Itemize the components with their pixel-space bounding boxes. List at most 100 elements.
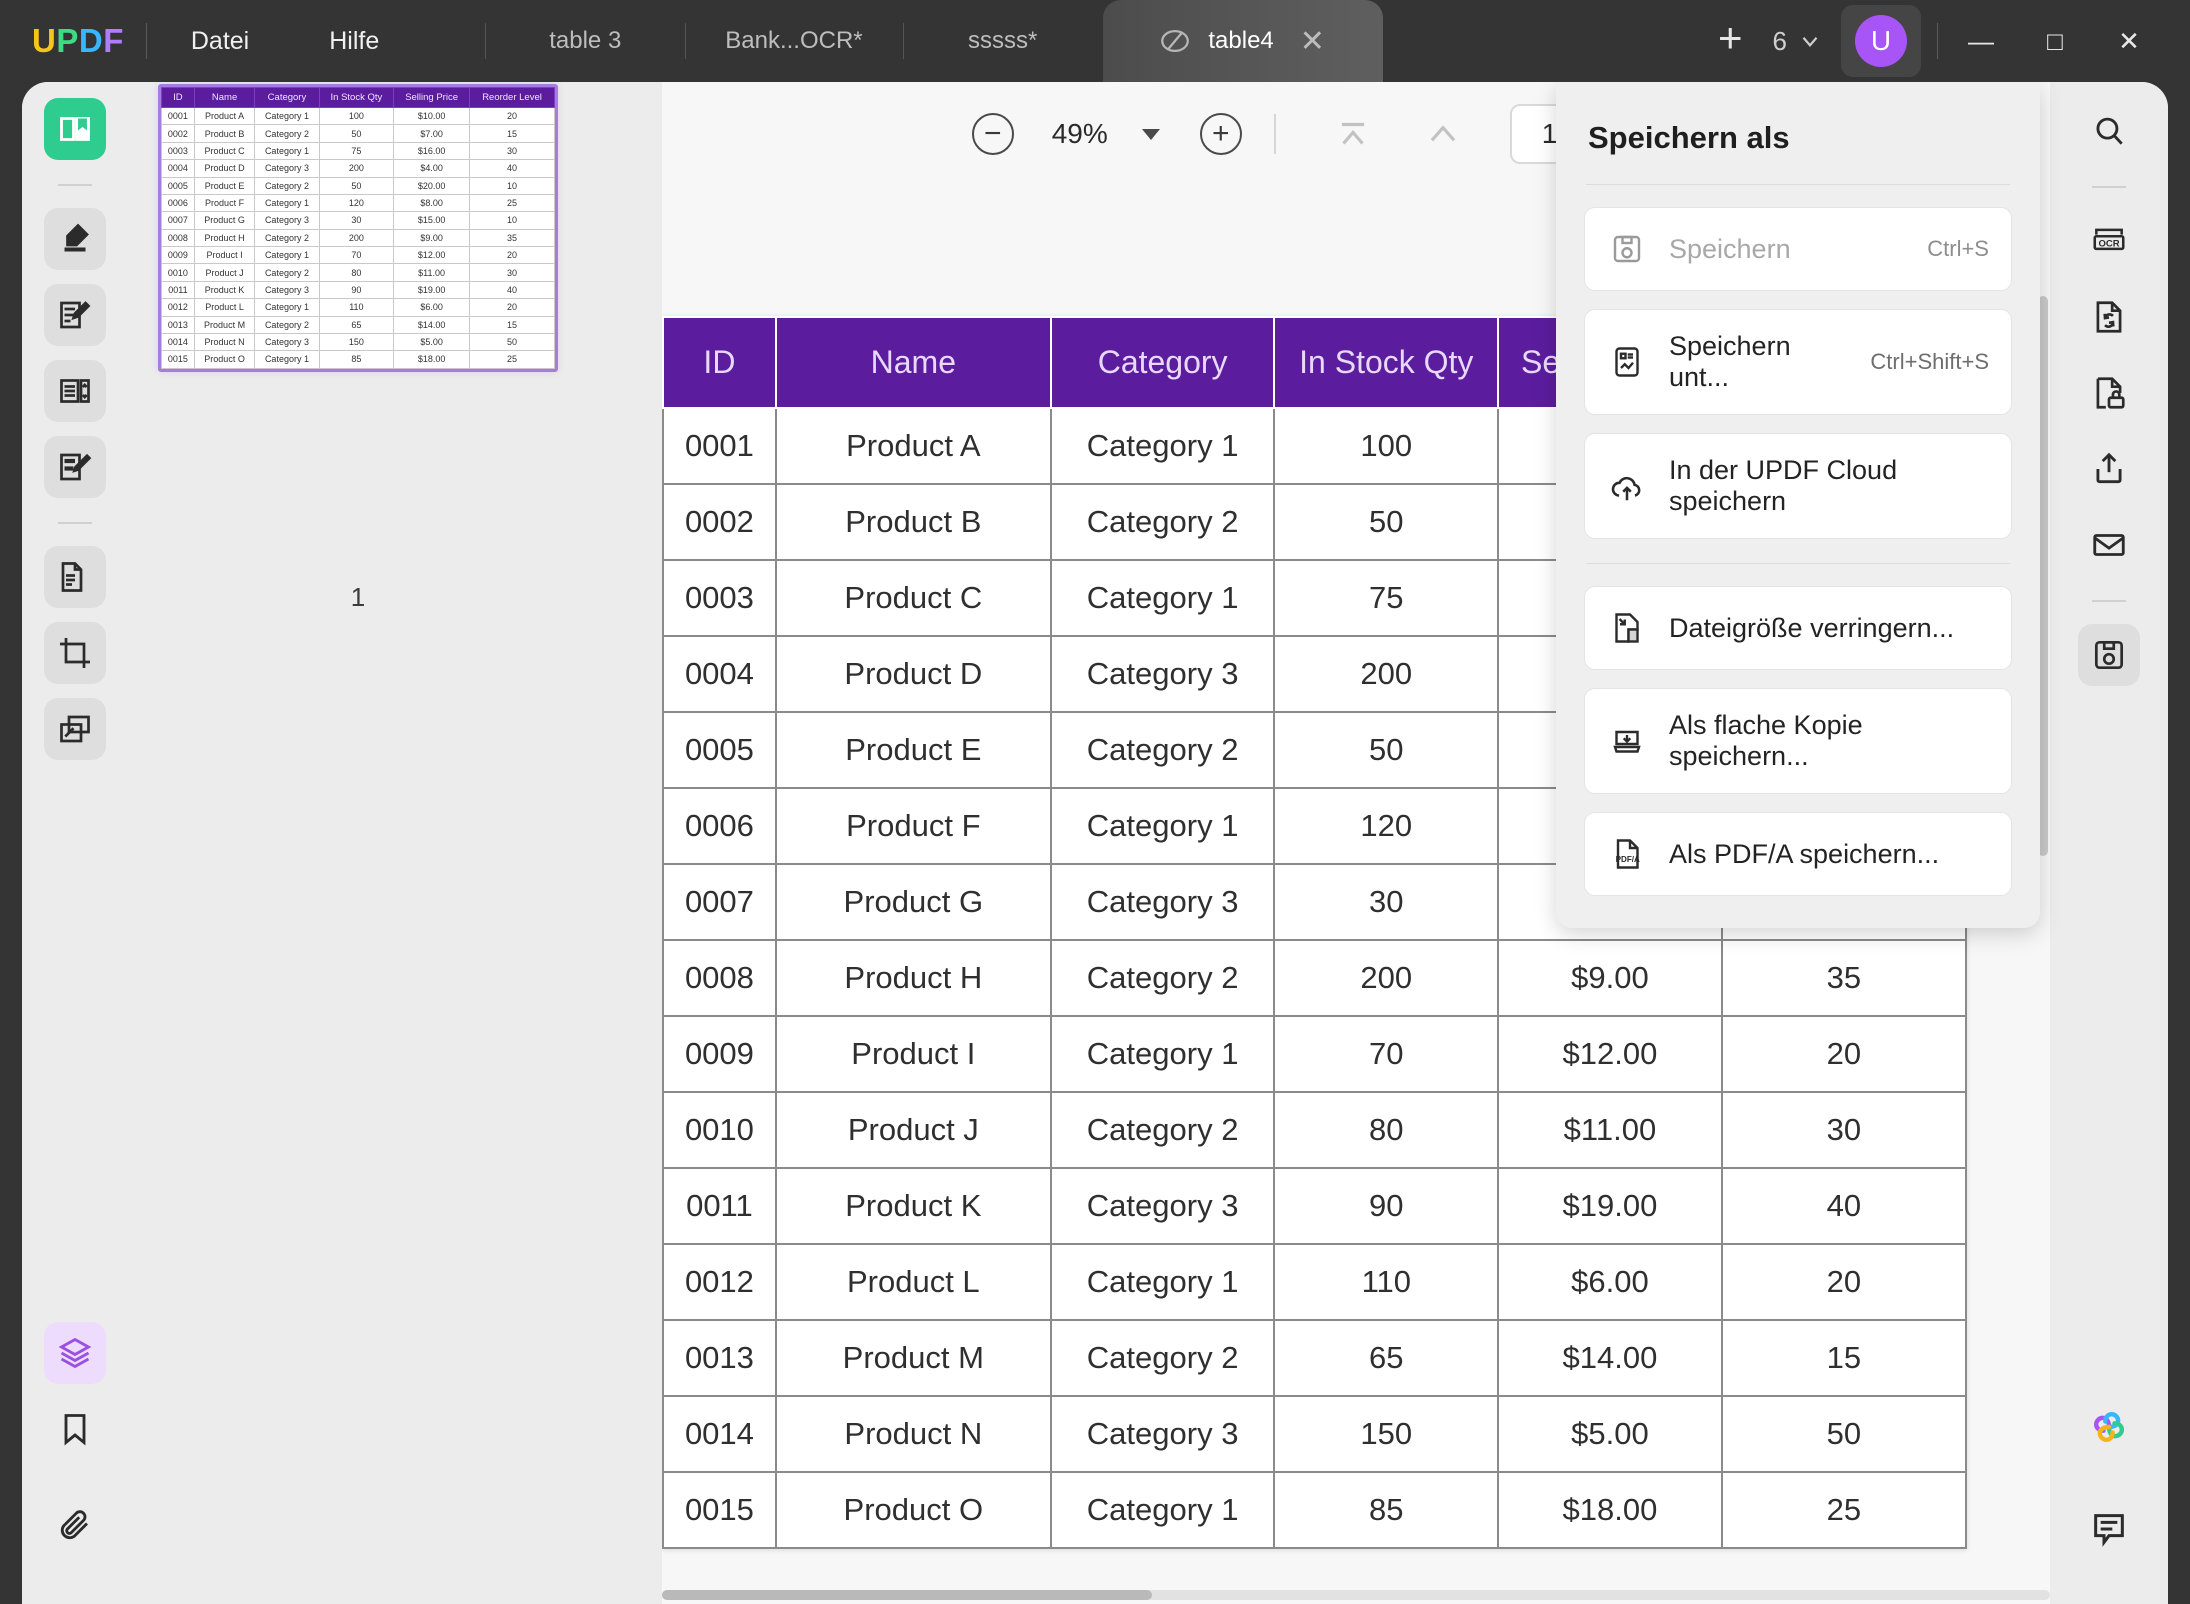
table-row: 0013Product MCategory 265$14.0015 [663,1320,1966,1396]
menu-item-dateigroesse-verringern[interactable]: Dateigröße verringern... [1584,586,2012,670]
menu-item-flache-kopie[interactable]: Als flache Kopie speichern... [1584,688,2012,794]
horizontal-scrollbar[interactable] [662,1590,1152,1600]
sidebar-item-layers[interactable] [44,1322,106,1384]
table-cell-category: Category 2 [255,264,319,281]
svg-text:OCR: OCR [2098,238,2119,249]
table-cell-selling-price: $15.00 [394,212,470,229]
table-cell-reorder-level: 20 [470,299,555,316]
table-cell-name: Product O [776,1472,1051,1548]
sidebar-item-organize-pages[interactable] [44,360,106,422]
table-cell-reorder-level: 25 [1722,1472,1966,1548]
table-cell-name: Product I [194,247,254,264]
first-page-icon [1334,115,1372,153]
menu-hilfe[interactable]: Hilfe [307,19,401,64]
sidebar-item-batch[interactable] [44,698,106,760]
tab-count-dropdown[interactable]: 6 [1773,26,1823,57]
sidebar-item-convert[interactable] [2078,286,2140,348]
sidebar-item-search[interactable] [2078,100,2140,162]
sidebar-item-protect[interactable] [2078,362,2140,424]
sidebar-item-save[interactable] [2078,624,2140,686]
table-cell-id: 0015 [162,351,195,368]
menu-item-label: In der UPDF Cloud speichern [1669,455,1989,517]
previous-page-button[interactable] [1424,115,1462,153]
zoom-out-button[interactable]: − [972,113,1014,155]
save-as-popup[interactable]: Speichern als Speichern Ctrl+S Speichern… [1556,82,2040,928]
add-tab-button[interactable]: + [1718,17,1743,65]
sidebar-item-email[interactable] [2078,514,2140,576]
sidebar-item-share[interactable] [2078,438,2140,500]
table-cell-reorder-level: 20 [470,247,555,264]
tab-label: sssss* [968,27,1037,55]
tab-bank-ocr[interactable]: Bank...OCR* [685,0,902,82]
table-cell-id: 0004 [663,636,776,712]
table-row: 0009Product ICategory 170$12.0020 [663,1016,1966,1092]
sidebar-item-page-copy[interactable] [44,546,106,608]
sidebar-item-reader[interactable] [44,98,106,160]
table-cell-selling-price: $6.00 [1498,1244,1722,1320]
page-copy-icon [57,559,93,595]
chevron-down-icon[interactable] [1142,129,1160,140]
page-thumbnail[interactable]: ID Name Category In Stock Qty Selling Pr… [158,84,558,372]
table-cell-name: Product A [776,408,1051,484]
sidebar-item-annotate[interactable] [44,436,106,498]
table-cell-in-stock-qty: 110 [1274,1244,1498,1320]
sidebar-item-crop[interactable] [44,622,106,684]
zoom-in-button[interactable]: + [1200,113,1242,155]
menu-item-speichern[interactable]: Speichern Ctrl+S [1584,207,2012,291]
table-cell-selling-price: $6.00 [394,299,470,316]
table-cell-name: Product O [194,351,254,368]
sidebar-item-highlighter[interactable] [44,208,106,270]
col-in-stock-qty: In Stock Qty [1274,317,1498,408]
menu-item-label: Dateigröße verringern... [1669,613,1954,644]
table-cell-in-stock-qty: 150 [319,333,394,350]
menu-item-speichern-unter[interactable]: Speichern unt... Ctrl+Shift+S [1584,309,2012,415]
thumb-col-id: ID [162,88,195,108]
tab-label: table4 [1208,27,1273,55]
account-button[interactable]: U [1841,5,1921,77]
table-cell-category: Category 2 [1051,712,1275,788]
first-page-button[interactable] [1334,115,1372,153]
minimize-button[interactable]: — [1944,26,2018,57]
sidebar-item-attachment[interactable] [44,1494,106,1556]
table-cell-id: 0002 [162,125,195,142]
thumbnail-panel[interactable]: ID Name Category In Stock Qty Selling Pr… [128,82,662,1604]
menu-item-updf-cloud[interactable]: In der UPDF Cloud speichern [1584,433,2012,539]
table-cell-reorder-level: 10 [470,212,555,229]
sidebar-item-comment[interactable] [2078,1498,2140,1560]
table-cell-in-stock-qty: 70 [319,247,394,264]
table-cell-selling-price: $20.00 [394,177,470,194]
divider [1274,114,1276,154]
table-row: 0008Product HCategory 2200$9.0035 [162,229,555,246]
close-icon[interactable]: ✕ [1300,24,1325,59]
logo-letter-u: U [32,22,56,60]
sidebar-item-ai-assistant[interactable] [2078,1396,2140,1458]
menu-item-shortcut: Ctrl+Shift+S [1870,349,1989,375]
menu-datei[interactable]: Datei [169,19,271,64]
tab-sssss[interactable]: sssss* [903,0,1103,82]
tab-table-3[interactable]: table 3 [485,0,685,82]
floppy-disk-icon [1607,229,1647,269]
zoom-level-value[interactable]: 49% [1052,118,1108,150]
thumbnail-header-row: ID Name Category In Stock Qty Selling Pr… [162,88,555,108]
sidebar-item-edit-text[interactable] [44,284,106,346]
table-row: 0012Product LCategory 1110$6.0020 [663,1244,1966,1320]
thumbnail-page-number: 1 [158,582,558,613]
close-window-button[interactable]: ✕ [2092,26,2166,57]
table-cell-reorder-level: 30 [470,142,555,159]
table-cell-selling-price: $18.00 [1498,1472,1722,1548]
table-cell-selling-price: $11.00 [394,264,470,281]
tab-strip: table 3 Bank...OCR* sssss* table4 ✕ [425,0,1382,82]
table-cell-in-stock-qty: 200 [319,229,394,246]
table-cell-name: Product C [194,142,254,159]
table-cell-in-stock-qty: 50 [319,177,394,194]
sidebar-item-bookmark[interactable] [44,1398,106,1460]
maximize-button[interactable]: □ [2018,26,2092,57]
table-cell-id: 0012 [663,1244,776,1320]
tab-table4[interactable]: table4 ✕ [1103,0,1383,82]
table-cell-in-stock-qty: 85 [319,351,394,368]
sidebar-item-ocr[interactable]: OCR [2078,210,2140,272]
menu-item-pdfa[interactable]: PDF/A Als PDF/A speichern... [1584,812,2012,896]
table-cell-reorder-level: 15 [470,316,555,333]
table-cell-in-stock-qty: 150 [1274,1396,1498,1472]
organize-pages-icon [57,373,93,409]
